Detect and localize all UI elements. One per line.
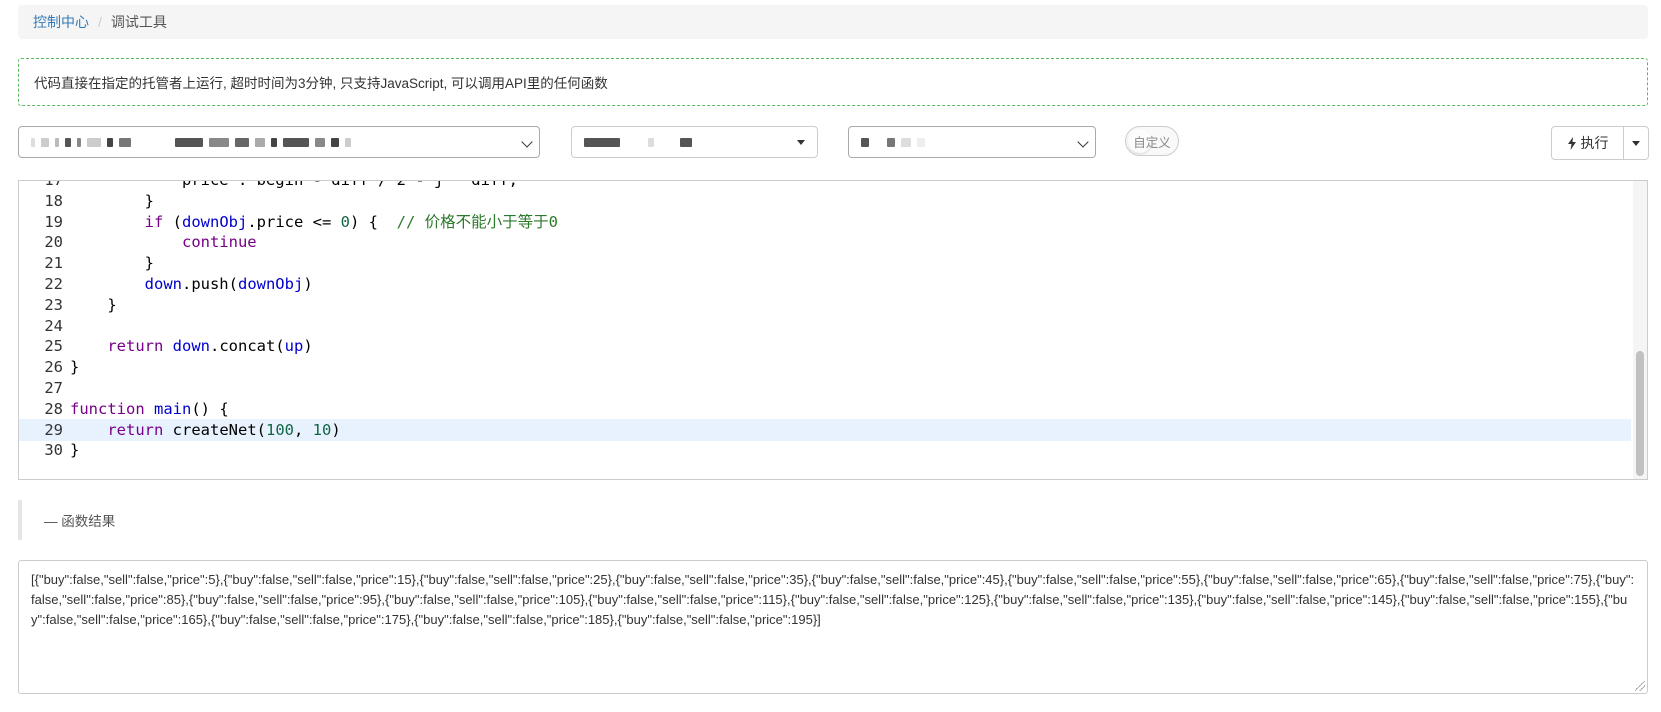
- code-line[interactable]: 23 }: [19, 294, 1631, 316]
- chevron-down-icon: [521, 136, 533, 148]
- line-number: 23: [44, 295, 63, 314]
- code-text: }: [70, 254, 154, 273]
- code-line[interactable]: 28 function main() {: [19, 398, 1631, 420]
- code-line[interactable]: 26}: [19, 356, 1631, 378]
- line-number: 28: [44, 399, 63, 418]
- code-text: }: [70, 191, 154, 210]
- breadcrumb-home-link[interactable]: 控制中心: [33, 12, 89, 32]
- code-line[interactable]: 18 }: [19, 190, 1631, 212]
- code-line[interactable]: 21 }: [19, 252, 1631, 274]
- code-text: if (downObj.price <= 0) { // 价格不能小于等于0: [144, 212, 558, 231]
- code-text: return down.concat(up): [107, 337, 313, 356]
- code-line[interactable]: 22 down.push(downObj): [19, 273, 1631, 295]
- result-section-title: — 函数结果: [44, 514, 116, 529]
- line-number: 18: [44, 191, 63, 210]
- line-number: 30: [44, 441, 63, 460]
- line-number: 22: [44, 275, 63, 293]
- line-number: 24: [44, 316, 63, 335]
- code-line[interactable]: 29 return createNet(100, 10): [19, 418, 1631, 441]
- node-select-value-redacted: [31, 127, 509, 157]
- code-text: }: [70, 441, 80, 460]
- result-output[interactable]: [{"buy":false,"sell":false,"price":5},{"…: [18, 560, 1648, 694]
- bolt-icon: [1567, 136, 1576, 150]
- code-line[interactable]: 20 continue: [19, 231, 1631, 253]
- notice-text: 代码直接在指定的托管者上运行, 超时时间为3分钟, 只支持JavaScript,…: [34, 76, 608, 91]
- code-line[interactable]: 24: [19, 315, 1631, 337]
- code-text: down.push(downObj): [144, 275, 313, 293]
- breadcrumb-separator: /: [98, 14, 102, 30]
- code-line[interactable]: 19 if (downObj.price <= 0) { // 价格不能小于等于…: [19, 211, 1631, 233]
- notice-banner: 代码直接在指定的托管者上运行, 超时时间为3分钟, 只支持JavaScript,…: [18, 58, 1648, 106]
- code-line[interactable]: 30}: [19, 439, 1631, 461]
- custom-toggle[interactable]: 自定义: [1125, 126, 1179, 156]
- result-section-header[interactable]: — 函数结果: [18, 500, 1648, 540]
- code-line[interactable]: 25 return down.concat(up): [19, 335, 1631, 357]
- run-options-button[interactable]: [1624, 126, 1649, 160]
- chevron-down-icon: [1077, 136, 1089, 148]
- line-number: 21: [44, 254, 63, 273]
- line-number: 25: [44, 337, 63, 356]
- code-text: return createNet(100, 10): [107, 420, 341, 439]
- code-text: continue: [181, 233, 257, 252]
- line-number: 26: [44, 358, 63, 377]
- resize-grip-icon[interactable]: [1635, 681, 1645, 691]
- node-select[interactable]: [18, 126, 540, 158]
- code-text: }: [70, 358, 80, 377]
- line-number: 29: [44, 420, 63, 439]
- editor-scrollbar[interactable]: [1633, 181, 1647, 479]
- run-button-group: 执行: [1551, 126, 1649, 160]
- code-editor[interactable]: 17 price : begin - diff / 2 - j * diff, 1…: [18, 180, 1648, 480]
- line-number: 27: [44, 379, 63, 397]
- line-number: 20: [44, 233, 63, 252]
- exchange-select[interactable]: [571, 126, 818, 158]
- caret-down-icon: [797, 140, 805, 145]
- custom-toggle-label: 自定义: [1133, 135, 1171, 150]
- breadcrumb: 控制中心 / 调试工具: [18, 5, 1648, 39]
- run-button-label: 执行: [1580, 135, 1609, 151]
- code-line[interactable]: 27: [19, 377, 1631, 399]
- line-number: 19: [44, 212, 63, 231]
- pair-select-value-redacted: [861, 127, 1065, 157]
- caret-down-icon: [1632, 140, 1640, 146]
- editor-scrollbar-thumb[interactable]: [1636, 351, 1644, 476]
- code-text: function main() {: [70, 399, 229, 418]
- exchange-select-value-redacted: [584, 127, 787, 157]
- code-text: }: [70, 295, 117, 314]
- result-output-text: [{"buy":false,"sell":false,"price":5},{"…: [31, 572, 1635, 627]
- breadcrumb-current: 调试工具: [110, 14, 167, 30]
- pair-select[interactable]: [848, 126, 1096, 158]
- run-button[interactable]: 执行: [1551, 126, 1624, 160]
